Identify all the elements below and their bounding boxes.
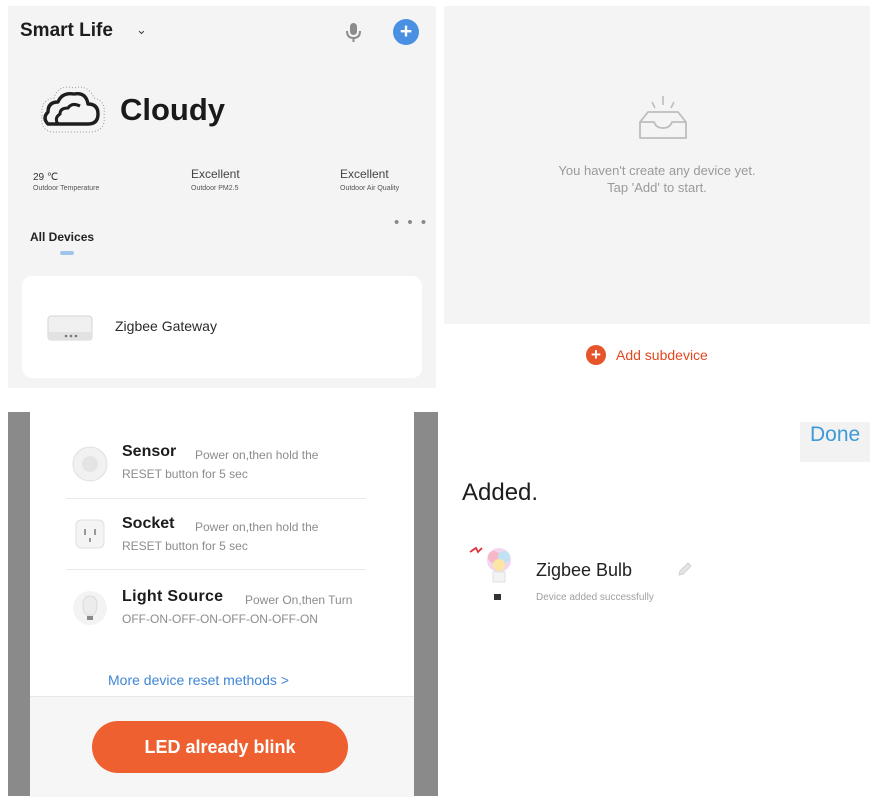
- more-options-icon[interactable]: • • •: [394, 214, 428, 231]
- added-status: Device added successfully: [536, 592, 654, 603]
- reset-item-desc: Power on,then hold the: [195, 520, 319, 534]
- add-subdevice-label: Add subdevice: [616, 347, 708, 363]
- device-name: Zigbee Gateway: [115, 318, 217, 334]
- divider: [66, 569, 366, 570]
- more-reset-methods-link[interactable]: More device reset methods >: [108, 672, 289, 688]
- temperature-value: 29 ℃: [33, 172, 59, 183]
- empty-hint: Tap 'Add' to start.: [607, 180, 707, 195]
- bulb-icon: [73, 591, 107, 625]
- reset-item-desc-line2: RESET button for 5 sec: [122, 467, 248, 481]
- air-quality-value: Excellent: [340, 167, 389, 181]
- microphone-icon[interactable]: [342, 20, 366, 44]
- air-quality-label: Outdoor Air Quality: [340, 185, 400, 192]
- color-bulb-icon: [469, 546, 511, 600]
- cloud-icon: [41, 86, 105, 133]
- reset-item-desc: Power on,then hold the: [195, 448, 319, 462]
- added-device-name: Zigbee Bulb: [536, 560, 633, 580]
- led-already-blink-button[interactable]: LED already blink: [92, 721, 348, 773]
- home-title[interactable]: Smart Life: [20, 20, 113, 42]
- pm25-value: Excellent: [191, 167, 240, 181]
- sensor-icon: [72, 446, 108, 482]
- pencil-icon[interactable]: [676, 560, 694, 578]
- reset-item-name: Light Source: [122, 588, 224, 605]
- empty-box-icon: [639, 96, 687, 139]
- socket-icon: [75, 519, 105, 549]
- done-label: Done: [810, 423, 861, 446]
- plus-icon: +: [586, 345, 606, 365]
- reset-item-desc: Power On,then Turn: [245, 593, 353, 607]
- tab-all-devices[interactable]: All Devices: [30, 230, 94, 244]
- gateway-icon: [47, 315, 93, 341]
- reset-item-desc-line2: OFF-ON-OFF-ON-OFF-ON-OFF-ON: [122, 612, 318, 626]
- reset-item-name: Socket: [122, 515, 175, 532]
- divider: [66, 498, 366, 499]
- reset-item-desc-line2: RESET button for 5 sec: [122, 539, 248, 553]
- chevron-down-icon[interactable]: ⌄: [136, 22, 147, 38]
- reset-item-name: Sensor: [122, 443, 177, 460]
- weather-condition: Cloudy: [120, 92, 226, 127]
- add-device-button[interactable]: +: [393, 19, 419, 45]
- add-subdevice-button[interactable]: + Add subdevice: [586, 345, 708, 365]
- tab-indicator: [60, 251, 74, 255]
- empty-message: You haven't create any device yet.: [558, 163, 756, 178]
- pm25-label: Outdoor PM2.5: [191, 185, 239, 192]
- added-title: Added.: [462, 479, 539, 506]
- temperature-label: Outdoor Temperature: [33, 185, 100, 192]
- gateway-screen: You haven't create any device yet. Tap '…: [444, 6, 870, 324]
- done-button[interactable]: Done: [800, 422, 870, 462]
